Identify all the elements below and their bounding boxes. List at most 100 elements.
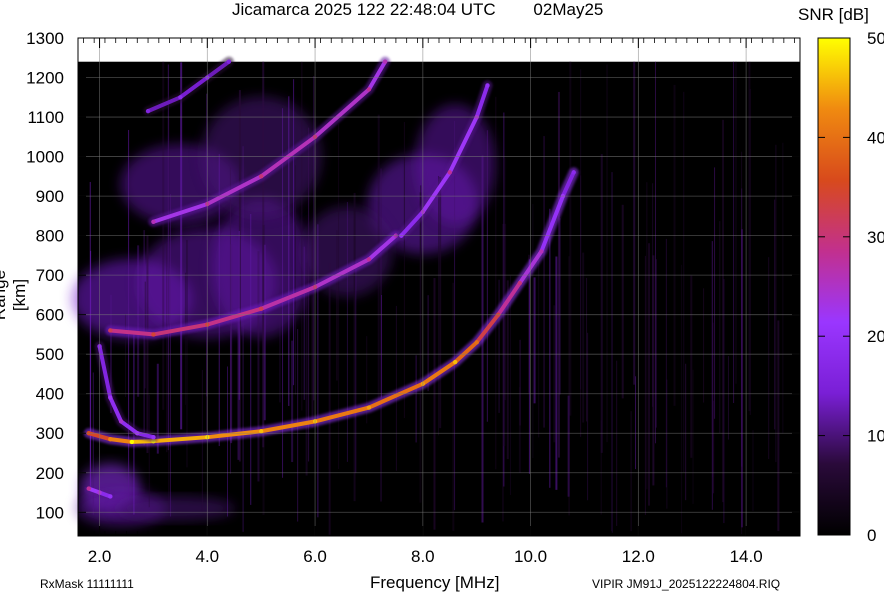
x-tick-label: 10.0 (514, 547, 547, 566)
interference-streak (137, 245, 140, 397)
interference-streak (168, 118, 170, 512)
interference-streak (439, 176, 442, 429)
y-tick-label: 500 (36, 345, 64, 364)
trace-point (86, 486, 91, 491)
interference-streak (502, 223, 504, 522)
interference-streak (166, 243, 168, 453)
interference-streak (646, 182, 648, 490)
interference-streak (740, 229, 743, 528)
y-tick-label: 1100 (27, 108, 64, 127)
y-tick-label: 1000 (26, 148, 64, 167)
interference-streak (633, 61, 636, 385)
trace-point (178, 95, 183, 100)
interference-streak (336, 230, 338, 381)
interference-streak (133, 332, 135, 515)
trace-point (539, 249, 544, 254)
interference-streak (543, 136, 545, 428)
y-tick-label: 100 (36, 503, 64, 522)
trace-point (108, 494, 113, 499)
trace-point (258, 306, 264, 311)
trace-point (366, 87, 372, 92)
interference-streak (722, 119, 725, 503)
colorbar-tick-label: 0 (867, 526, 876, 545)
interference-streak (569, 61, 572, 416)
interference-streak (124, 314, 126, 397)
interference-streak (528, 259, 530, 474)
interference-streak (600, 420, 602, 515)
colorbar (817, 37, 851, 536)
interference-streak (748, 61, 751, 412)
y-tick-label: 300 (36, 424, 64, 443)
interference-streak (719, 221, 721, 434)
trace-point (151, 332, 156, 337)
interference-streak (644, 255, 646, 515)
interference-streak (169, 193, 171, 517)
interference-streak (533, 277, 536, 404)
trace-point (258, 174, 264, 179)
interference-streak (777, 320, 780, 531)
colorbar-tick-label: 40 (867, 128, 884, 147)
interference-streak (303, 246, 305, 400)
interference-streak (587, 332, 589, 501)
trace-point (517, 280, 523, 286)
interference-streak (768, 257, 770, 460)
x-tick-label: 4.0 (195, 547, 219, 566)
interference-streak (782, 142, 784, 434)
interference-streak (317, 224, 319, 518)
trace-point (474, 340, 479, 345)
colorbar-tick-label: 10 (867, 427, 884, 446)
interference-streak (242, 146, 244, 532)
x-tick-label: 8.0 (411, 547, 435, 566)
interference-streak (685, 363, 687, 501)
interference-streak (509, 275, 511, 495)
trace-point (366, 405, 372, 410)
interference-streak (733, 61, 735, 403)
trace-point (226, 59, 232, 64)
interference-streak (665, 238, 667, 488)
trace-point (108, 395, 113, 400)
interference-streak (288, 96, 290, 406)
interference-streak (775, 144, 777, 463)
interference-streak (714, 167, 716, 419)
interference-streak (230, 244, 233, 444)
interference-streak (621, 204, 624, 399)
interference-streak (582, 252, 585, 423)
interference-streak (380, 295, 382, 398)
scatter-haze-9 (114, 496, 235, 521)
trace-point (258, 429, 264, 434)
trace-point (485, 83, 490, 88)
interference-streak (752, 430, 754, 512)
x-tick-label: 14.0 (730, 547, 763, 566)
colorbar-tick-label: 20 (867, 327, 884, 346)
interference-streak (683, 91, 685, 473)
interference-streak (346, 202, 348, 462)
interference-streak (586, 277, 588, 422)
trace-point (382, 59, 388, 64)
interference-streak (553, 305, 556, 443)
interference-streak (438, 176, 440, 436)
trace-point (447, 170, 452, 175)
interference-streak (415, 355, 417, 443)
interference-streak (184, 272, 186, 405)
interference-streak (498, 279, 500, 413)
trace-point (108, 436, 113, 442)
x-tick-label: 12.0 (622, 547, 655, 566)
interference-streak (727, 356, 729, 440)
interference-streak (567, 395, 570, 497)
y-tick-label: 900 (36, 187, 64, 206)
interference-streak (293, 79, 295, 386)
interference-streak (549, 208, 551, 488)
interference-streak (90, 250, 92, 488)
interference-streak (328, 263, 331, 535)
interference-streak (486, 130, 488, 422)
interference-streak (403, 122, 405, 419)
interference-streak (630, 411, 632, 532)
ionogram-plot: 2.0 4.0 6.0 8.0 10.0 12.0 14.01002003004005006… (26, 29, 884, 566)
y-tick-label: 1300 (26, 29, 64, 48)
trace-point (145, 108, 151, 114)
trace-point (366, 257, 372, 262)
interference-streak (148, 394, 150, 508)
interference-streak (652, 183, 654, 407)
interference-streak (600, 154, 603, 453)
trace-point (108, 437, 134, 444)
